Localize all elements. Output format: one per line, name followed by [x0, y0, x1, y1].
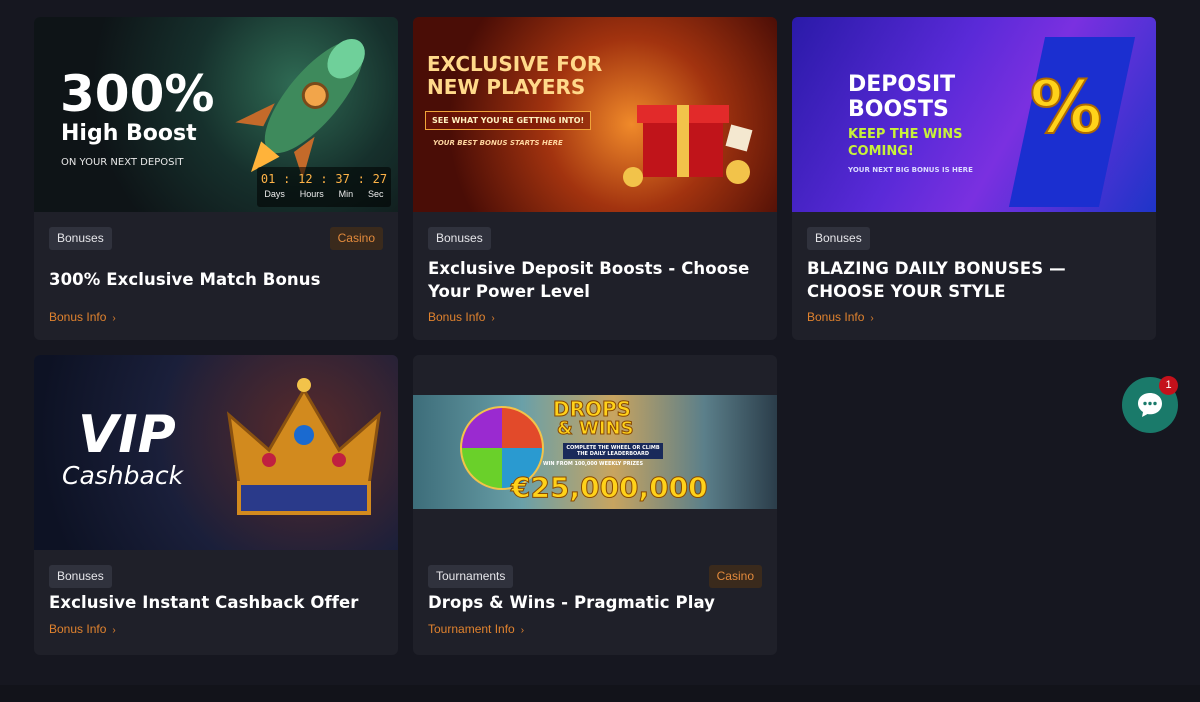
banner-headline-2: NEW PLAYERS [427, 75, 586, 99]
countdown-timer: 01: 12: 37: 27 Days Hours Min Sec [257, 167, 391, 207]
promo-card[interactable]: VIP Cashback Bonuses Exclusive Instant C… [34, 355, 398, 655]
link-label: Bonus Info [49, 622, 107, 636]
tournament-info-link[interactable]: Tournament Info › [428, 622, 524, 636]
chevron-right-icon: › [491, 313, 495, 324]
promo-banner[interactable]: VIP Cashback [34, 355, 398, 550]
link-label: Tournament Info [428, 622, 515, 636]
link-label: Bonus Info [49, 310, 107, 324]
promo-card[interactable]: EXCLUSIVE FOR NEW PLAYERS SEE WHAT YOU'R… [413, 17, 777, 340]
promotions-grid: 300% High Boost ON YOUR NEXT DEPOSIT 01:… [34, 17, 1156, 657]
page-footer-edge [0, 685, 1200, 702]
timer-minutes: 37 [335, 172, 350, 186]
bonus-info-link[interactable]: Bonus Info › [49, 622, 116, 636]
timer-label-min: Min [338, 189, 354, 199]
promo-banner[interactable]: 300% High Boost ON YOUR NEXT DEPOSIT 01:… [34, 17, 398, 212]
bonus-info-link[interactable]: Bonus Info › [807, 310, 874, 324]
category-tag: Bonuses [49, 565, 112, 588]
chevron-right-icon: › [112, 625, 116, 636]
banner-cta-button: SEE WHAT YOU'RE GETTING INTO! [425, 111, 592, 130]
gift-box-icon [623, 105, 753, 187]
timer-label-days: Days [264, 189, 285, 199]
promo-banner[interactable]: EXCLUSIVE FOR NEW PLAYERS SEE WHAT YOU'R… [413, 17, 777, 212]
category-tag: Tournaments [428, 565, 514, 588]
banner-caption-2: WIN FROM 100,000 WEEKLY PRIZES [543, 461, 644, 467]
banner-headline: VIP [78, 405, 176, 465]
banner-caption: COMPLETE THE WHEEL OR CLIMB THE DAILY LE… [563, 443, 663, 459]
crown-icon [226, 378, 382, 515]
promo-title[interactable]: BLAZING DAILY BONUSES — CHOOSE YOUR STYL… [807, 257, 1141, 303]
promo-banner[interactable]: DROPS & WINS COMPLETE THE WHEEL OR CLIMB… [413, 355, 777, 550]
chevron-right-icon: › [870, 313, 874, 324]
promo-card[interactable]: DEPOSIT BOOSTS KEEP THE WINS COMING! YOU… [792, 17, 1156, 340]
banner-caption: ON YOUR NEXT DEPOSIT [61, 157, 184, 168]
chevron-right-icon: › [520, 625, 525, 636]
casino-tag: Casino [329, 227, 383, 250]
timer-hours: 12 [298, 172, 313, 186]
banner-subheadline: Cashback [62, 461, 184, 490]
timer-seconds: 27 [372, 172, 388, 186]
promo-title[interactable]: Exclusive Instant Cashback Offer [49, 591, 383, 614]
chat-bubble-icon [1138, 393, 1162, 417]
banner-subheadline: High Boost [61, 121, 197, 146]
banner-headline: DEPOSIT [848, 72, 956, 97]
link-label: Bonus Info [807, 310, 865, 324]
banner-headline-2: BOOSTS [848, 97, 949, 122]
category-tag: Bonuses [49, 227, 112, 250]
tournament-banner-strip: DROPS & WINS COMPLETE THE WHEEL OR CLIMB… [413, 395, 777, 509]
banner-caption: YOUR NEXT BIG BONUS IS HERE [848, 166, 973, 174]
percent-icon: % [1029, 64, 1103, 150]
bonus-info-link[interactable]: Bonus Info › [428, 310, 495, 324]
casino-tag: Casino [708, 565, 762, 588]
banner-amount: €25,000,000 [511, 471, 709, 505]
banner-subheadline: KEEP THE WINS [848, 127, 963, 142]
banner-subheadline-2: COMING! [848, 144, 914, 159]
banner-headline: EXCLUSIVE FOR [427, 52, 603, 76]
timer-label-hours: Hours [299, 189, 324, 199]
banner-headline-2: & WINS [557, 418, 635, 440]
bonus-info-link[interactable]: Bonus Info › [49, 310, 116, 324]
link-label: Bonus Info [428, 310, 486, 324]
promo-banner[interactable]: DEPOSIT BOOSTS KEEP THE WINS COMING! YOU… [792, 17, 1156, 212]
timer-days: 01 [260, 172, 276, 186]
promo-title[interactable]: Exclusive Deposit Boosts - Choose Your P… [428, 257, 762, 303]
category-tag: Bonuses [428, 227, 491, 250]
promo-card[interactable]: 300% High Boost ON YOUR NEXT DEPOSIT 01:… [34, 17, 398, 340]
timer-label-sec: Sec [368, 189, 384, 199]
banner-headline: 300% [60, 65, 215, 123]
category-tag: Bonuses [807, 227, 870, 250]
banner-caption: YOUR BEST BONUS STARTS HERE [433, 139, 563, 147]
promo-title[interactable]: 300% Exclusive Match Bonus [49, 268, 383, 291]
promo-title[interactable]: Drops & Wins - Pragmatic Play [428, 591, 762, 614]
promo-card[interactable]: DROPS & WINS COMPLETE THE WHEEL OR CLIMB… [413, 355, 777, 655]
notification-badge: 1 [1159, 376, 1178, 395]
chevron-right-icon: › [112, 313, 116, 324]
